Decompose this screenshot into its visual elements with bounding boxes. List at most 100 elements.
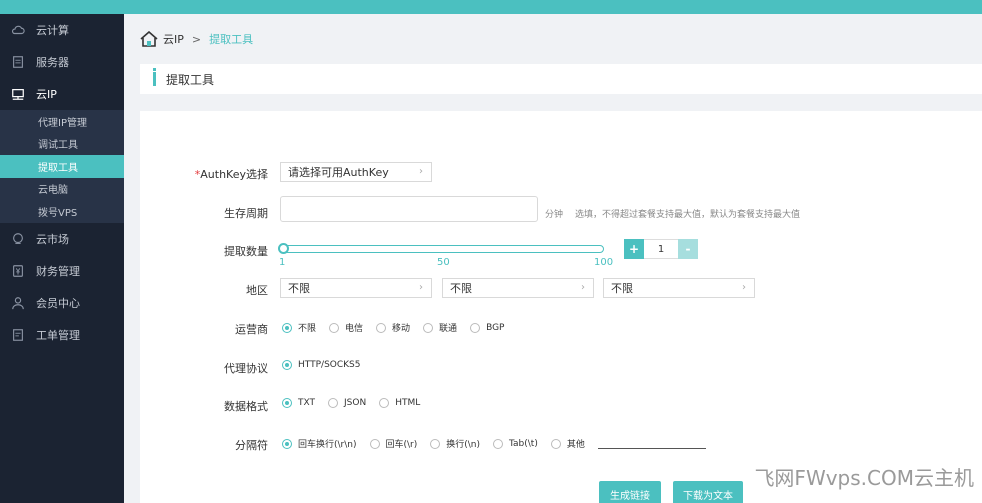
- chevron-right-icon: ›: [742, 282, 746, 293]
- submenu-item-cloud-pc[interactable]: 云电脑: [0, 178, 124, 201]
- carrier-option[interactable]: 电信: [329, 321, 363, 334]
- radio-dot-icon: [282, 322, 292, 333]
- radio-label: 电信: [345, 324, 364, 334]
- radio-dot-icon: [379, 398, 390, 408]
- submenu-item-proxy-ip[interactable]: 代理IP管理: [0, 110, 124, 133]
- carrier-option[interactable]: 移动: [376, 321, 410, 334]
- sidebar-item-member-center[interactable]: 会员中心: [0, 287, 124, 319]
- radio-dot-icon: [376, 322, 387, 333]
- carrier-option[interactable]: BGP: [470, 322, 505, 333]
- lifetime-input[interactable]: [280, 196, 538, 222]
- region-select-province[interactable]: 不限 ›: [280, 278, 432, 298]
- quantity-slider[interactable]: [282, 245, 604, 253]
- submenu-item-label: 云电脑: [38, 185, 68, 197]
- sidebar: 云计算 服务器 云IP 代理IP管理 调试工具 提取工具 云电脑 拨号VPS 云…: [0, 14, 124, 503]
- plus-button[interactable]: +: [624, 239, 644, 259]
- lifetime-unit: 分钟: [545, 210, 564, 220]
- radio-dot-icon: [470, 322, 481, 333]
- region-select-district[interactable]: 不限 ›: [603, 278, 755, 298]
- submenu-item-label: 拨号VPS: [38, 207, 78, 219]
- sidebar-item-label: 服务器: [36, 56, 69, 69]
- monitor-icon: [10, 86, 26, 102]
- submenu-item-label: 代理IP管理: [38, 117, 87, 129]
- submenu-cloud-ip: 代理IP管理 调试工具 提取工具 云电脑 拨号VPS: [0, 110, 124, 223]
- submenu-item-debug-tool[interactable]: 调试工具: [0, 133, 124, 156]
- chevron-right-icon: ›: [581, 282, 585, 293]
- authkey-select-value: 请选择可用AuthKey: [288, 166, 389, 179]
- format-option[interactable]: TXT: [282, 398, 315, 408]
- region-select-city[interactable]: 不限 ›: [442, 278, 594, 298]
- sidebar-item-cloud-ip[interactable]: 云IP: [0, 78, 124, 110]
- radio-label: HTML: [395, 398, 421, 408]
- separator-option[interactable]: 回车换行(\r\n): [282, 437, 357, 450]
- sidebar-item-ticket[interactable]: 工单管理: [0, 319, 124, 351]
- sidebar-item-label: 会员中心: [36, 296, 80, 310]
- format-option[interactable]: JSON: [328, 398, 366, 408]
- format-label: 数据格式: [224, 400, 268, 413]
- slider-tick-max: 100: [594, 257, 614, 268]
- separator-option[interactable]: 其他: [550, 437, 585, 450]
- generate-link-button[interactable]: 生成链接: [599, 481, 661, 503]
- region-label: 地区: [246, 284, 268, 297]
- sidebar-item-cloud-computing[interactable]: 云计算: [0, 14, 124, 46]
- submenu-item-dial-vps[interactable]: 拨号VPS: [0, 200, 124, 223]
- radio-dot-icon: [328, 398, 339, 408]
- separator-option[interactable]: 换行(\n): [430, 437, 480, 450]
- carrier-option[interactable]: 不限: [282, 321, 316, 334]
- separator-label: 分隔符: [235, 439, 268, 452]
- separator-radio-group: 回车换行(\r\n) 回车(\r) 换行(\n) Tab(\t) 其他: [282, 437, 706, 450]
- carrier-option[interactable]: 联通: [423, 321, 457, 334]
- radio-label: 回车换行(\r\n): [298, 440, 357, 450]
- main-content: 云IP > 提取工具 提取工具 *AuthKey选择 请选择可用AuthKey …: [124, 14, 982, 503]
- radio-dot-icon: [430, 438, 441, 449]
- radio-dot-icon: [423, 322, 434, 333]
- carrier-label: 运营商: [235, 323, 268, 336]
- select-value: 不限: [288, 282, 310, 295]
- sidebar-item-finance[interactable]: 财务管理: [0, 255, 124, 287]
- separator-custom-input[interactable]: [597, 439, 706, 449]
- protocol-radio-group: HTTP/SOCKS5: [282, 360, 374, 370]
- protocol-option[interactable]: HTTP/SOCKS5: [282, 360, 361, 370]
- download-text-button[interactable]: 下载为文本: [673, 481, 743, 503]
- radio-dot-icon: [282, 360, 292, 370]
- radio-label: 移动: [392, 324, 411, 334]
- breadcrumb-root[interactable]: 云IP: [163, 31, 184, 47]
- radio-label: 联通: [439, 324, 458, 334]
- radio-label: HTTP/SOCKS5: [298, 360, 361, 370]
- home-icon[interactable]: [140, 31, 158, 47]
- sidebar-item-label: 云市场: [36, 232, 69, 246]
- ticket-icon: [10, 327, 26, 343]
- sidebar-item-server[interactable]: 服务器: [0, 46, 124, 78]
- minus-button[interactable]: -: [678, 239, 698, 259]
- sidebar-item-label: 工单管理: [36, 328, 80, 342]
- breadcrumb: 云IP > 提取工具: [140, 31, 253, 47]
- separator-option[interactable]: Tab(\t): [493, 438, 538, 449]
- select-value: 不限: [611, 282, 633, 295]
- radio-label: BGP: [486, 322, 505, 333]
- protocol-label: 代理协议: [224, 362, 268, 375]
- authkey-select[interactable]: 请选择可用AuthKey ›: [280, 162, 432, 182]
- slider-handle[interactable]: [278, 243, 289, 254]
- sidebar-item-cloud-market[interactable]: 云市场: [0, 223, 124, 255]
- radio-dot-icon: [550, 438, 561, 449]
- quantity-stepper: + 1 -: [624, 239, 698, 259]
- radio-label: 其他: [566, 440, 585, 450]
- radio-label: TXT: [298, 398, 316, 408]
- sidebar-item-label: 云计算: [36, 24, 69, 37]
- radio-label: Tab(\t): [509, 438, 538, 449]
- radio-label: JSON: [344, 398, 367, 408]
- submenu-item-extract-tool[interactable]: 提取工具: [0, 155, 124, 178]
- slider-tick-min: 1: [279, 257, 286, 268]
- radio-dot-icon: [282, 398, 292, 408]
- radio-dot-icon: [493, 438, 504, 449]
- separator-option[interactable]: 回车(\r): [369, 437, 418, 450]
- chevron-right-icon: ›: [419, 282, 423, 293]
- market-icon: [10, 231, 26, 247]
- radio-label: 换行(\n): [446, 440, 481, 450]
- breadcrumb-current: 提取工具: [209, 33, 254, 46]
- radio-label: 回车(\r): [385, 440, 418, 450]
- radio-dot-icon: [329, 322, 340, 333]
- format-option[interactable]: HTML: [379, 398, 420, 408]
- quantity-value[interactable]: 1: [644, 239, 678, 259]
- page-title-bar: 提取工具: [140, 64, 982, 94]
